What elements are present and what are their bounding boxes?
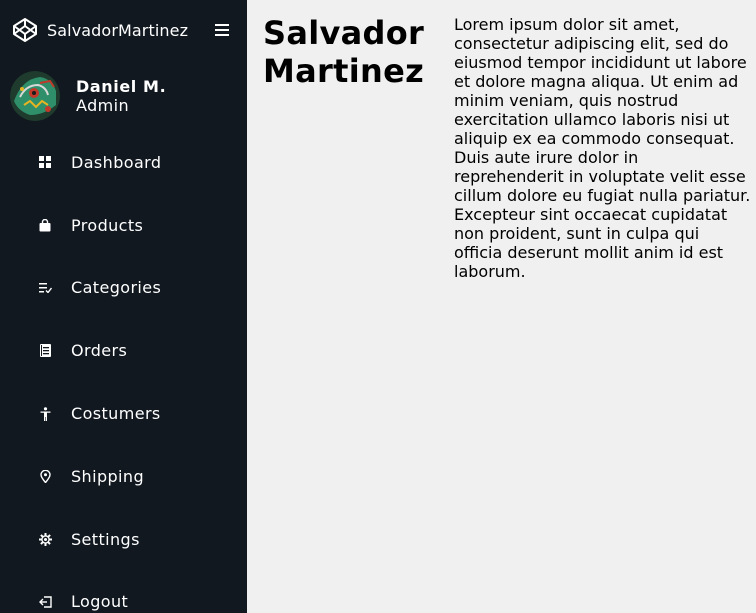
sidebar-item-label: Shipping [71, 466, 144, 486]
sidebar-item-label: Categories [71, 278, 162, 298]
sidebar-item-label: Settings [71, 529, 140, 549]
sidebar-item-settings[interactable]: Settings [0, 508, 247, 571]
receipt-icon [38, 344, 52, 358]
sidebar-item-label: Products [71, 215, 144, 235]
sidebar-item-label: Logout [71, 592, 129, 612]
person-icon [38, 406, 52, 421]
location-pin-icon [38, 469, 52, 483]
page-title: Salvador Martinez [263, 14, 425, 90]
sidebar-item-orders[interactable]: Orders [0, 319, 247, 382]
sidebar-nav: Dashboard Products Categories Orders Cos… [0, 131, 247, 613]
sidebar-item-label: Dashboard [71, 152, 162, 172]
brand[interactable]: SalvadorMartinez [12, 16, 232, 44]
sidebar-item-logout[interactable]: Logout [0, 571, 247, 613]
main-content: Salvador Martinez Lorem ipsum dolor sit … [247, 0, 756, 613]
profile-role: Admin [76, 96, 129, 115]
sidebar-item-categories[interactable]: Categories [0, 257, 247, 320]
body-text: Lorem ipsum dolor sit amet, consectetur … [454, 15, 751, 281]
sidebar-item-products[interactable]: Products [0, 194, 247, 257]
dashboard-icon [38, 155, 52, 169]
sidebar: SalvadorMartinez Daniel M. Admin Dashboa… [0, 0, 247, 613]
sidebar-item-label: Orders [71, 341, 128, 361]
profile-text: Daniel M. Admin [76, 77, 166, 115]
codepen-logo-icon [12, 17, 38, 43]
logout-icon [38, 595, 52, 609]
sidebar-item-label: Costumers [71, 404, 161, 424]
gear-icon [38, 532, 52, 546]
sidebar-item-dashboard[interactable]: Dashboard [0, 131, 247, 194]
sidebar-item-costumers[interactable]: Costumers [0, 382, 247, 445]
list-icon [38, 281, 52, 295]
hamburger-menu-icon[interactable] [214, 22, 230, 38]
shopping-bag-icon [38, 218, 52, 232]
user-profile[interactable]: Daniel M. Admin [10, 71, 240, 121]
sidebar-item-shipping[interactable]: Shipping [0, 445, 247, 508]
avatar[interactable] [10, 71, 60, 121]
brand-name: SalvadorMartinez [47, 20, 189, 40]
profile-name: Daniel M. [76, 77, 167, 96]
